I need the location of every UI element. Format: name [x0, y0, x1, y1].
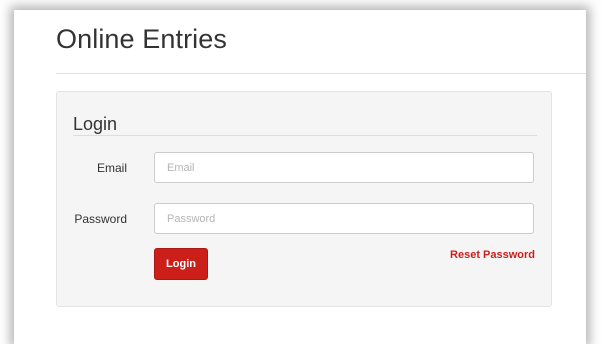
password-label: Password — [74, 212, 127, 226]
legend-divider — [73, 135, 537, 136]
password-field[interactable] — [154, 203, 534, 234]
reset-password-link[interactable]: Reset Password — [450, 249, 535, 261]
title-divider — [56, 73, 586, 74]
email-field[interactable] — [154, 152, 534, 183]
screenshot-frame: Online Entries Login Email Password Logi… — [0, 0, 602, 344]
page-title: Online Entries — [56, 24, 227, 54]
email-label: Email — [96, 161, 127, 175]
login-legend: Login — [73, 114, 118, 134]
login-panel: Login Email Password Login Reset Passwor… — [56, 91, 552, 307]
login-button[interactable]: Login — [154, 248, 208, 280]
